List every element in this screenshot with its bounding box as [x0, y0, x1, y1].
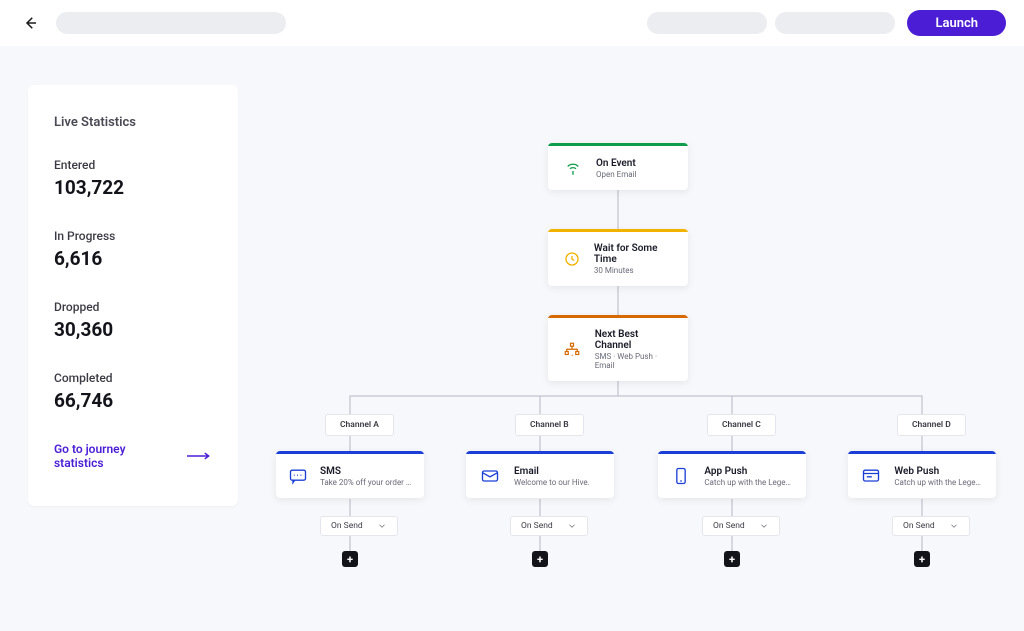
on-send-label: On Send — [521, 521, 553, 531]
chevron-down-icon — [377, 521, 387, 531]
arrow-left-icon — [21, 14, 39, 32]
on-send-dropdown-c[interactable]: On Send — [702, 516, 780, 536]
channel-tab-b[interactable]: Channel B — [515, 414, 584, 436]
channel-subtitle: Take 20% off your order with code ... — [320, 478, 412, 487]
node-title: On Event — [596, 158, 636, 169]
top-bar: Launch — [0, 0, 1024, 46]
mobile-icon — [670, 464, 692, 488]
action-placeholder-2 — [775, 12, 895, 34]
add-step-button-d[interactable] — [914, 551, 930, 567]
flow-connectors — [0, 46, 1024, 631]
channel-title: App Push — [704, 466, 794, 477]
chevron-down-icon — [567, 521, 577, 531]
channel-subtitle: Catch up with the Legends! — [894, 478, 984, 487]
channel-card-app-push[interactable]: App Push Catch up with the Legends! — [658, 451, 806, 498]
channel-tab-c[interactable]: Channel C — [707, 414, 776, 436]
title-placeholder — [56, 12, 286, 34]
chevron-down-icon — [759, 521, 769, 531]
channel-subtitle: Welcome to our Hive. — [514, 478, 590, 487]
on-send-dropdown-d[interactable]: On Send — [892, 516, 970, 536]
event-icon — [562, 157, 584, 179]
back-button[interactable] — [18, 11, 42, 35]
node-subtitle: Open Email — [596, 170, 636, 179]
channel-tab-label: Channel A — [340, 420, 379, 430]
channel-title: Web Push — [894, 466, 984, 477]
channel-title: SMS — [320, 466, 412, 477]
clock-icon — [562, 248, 582, 270]
on-send-label: On Send — [903, 521, 935, 531]
channel-card-web-push[interactable]: Web Push Catch up with the Legends! — [848, 451, 996, 498]
channel-tab-label: Channel C — [722, 420, 761, 430]
on-send-dropdown-b[interactable]: On Send — [510, 516, 588, 536]
email-icon — [478, 464, 502, 488]
add-step-button-a[interactable] — [342, 551, 358, 567]
channel-branch-icon — [562, 339, 583, 361]
channel-card-email[interactable]: Email Welcome to our Hive. — [466, 451, 614, 498]
node-wait[interactable]: Wait for Some Time 30 Minutes — [548, 229, 688, 286]
web-push-icon — [860, 464, 882, 488]
sms-icon — [288, 464, 308, 488]
launch-button[interactable]: Launch — [907, 10, 1006, 36]
channel-tab-a[interactable]: Channel A — [325, 414, 394, 436]
channel-tab-d[interactable]: Channel D — [897, 414, 966, 436]
on-send-label: On Send — [331, 521, 363, 531]
channel-card-sms[interactable]: SMS Take 20% off your order with code ..… — [276, 451, 424, 498]
on-send-label: On Send — [713, 521, 745, 531]
node-on-event[interactable]: On Event Open Email — [548, 143, 688, 190]
node-next-best-channel[interactable]: Next Best Channel SMS · Web Push · Email — [548, 315, 688, 381]
node-subtitle: SMS · Web Push · Email — [595, 352, 674, 370]
channel-tab-label: Channel D — [912, 420, 951, 430]
add-step-button-b[interactable] — [532, 551, 548, 567]
add-step-button-c[interactable] — [724, 551, 740, 567]
node-title: Next Best Channel — [595, 329, 674, 351]
node-subtitle: 30 Minutes — [594, 266, 674, 275]
chevron-down-icon — [949, 521, 959, 531]
flow-canvas[interactable]: On Event Open Email Wait for Some Time 3… — [0, 46, 1024, 631]
channel-title: Email — [514, 466, 590, 477]
channel-subtitle: Catch up with the Legends! — [704, 478, 794, 487]
action-placeholder-1 — [647, 12, 767, 34]
node-title: Wait for Some Time — [594, 243, 674, 265]
channel-tab-label: Channel B — [530, 420, 569, 430]
on-send-dropdown-a[interactable]: On Send — [320, 516, 398, 536]
